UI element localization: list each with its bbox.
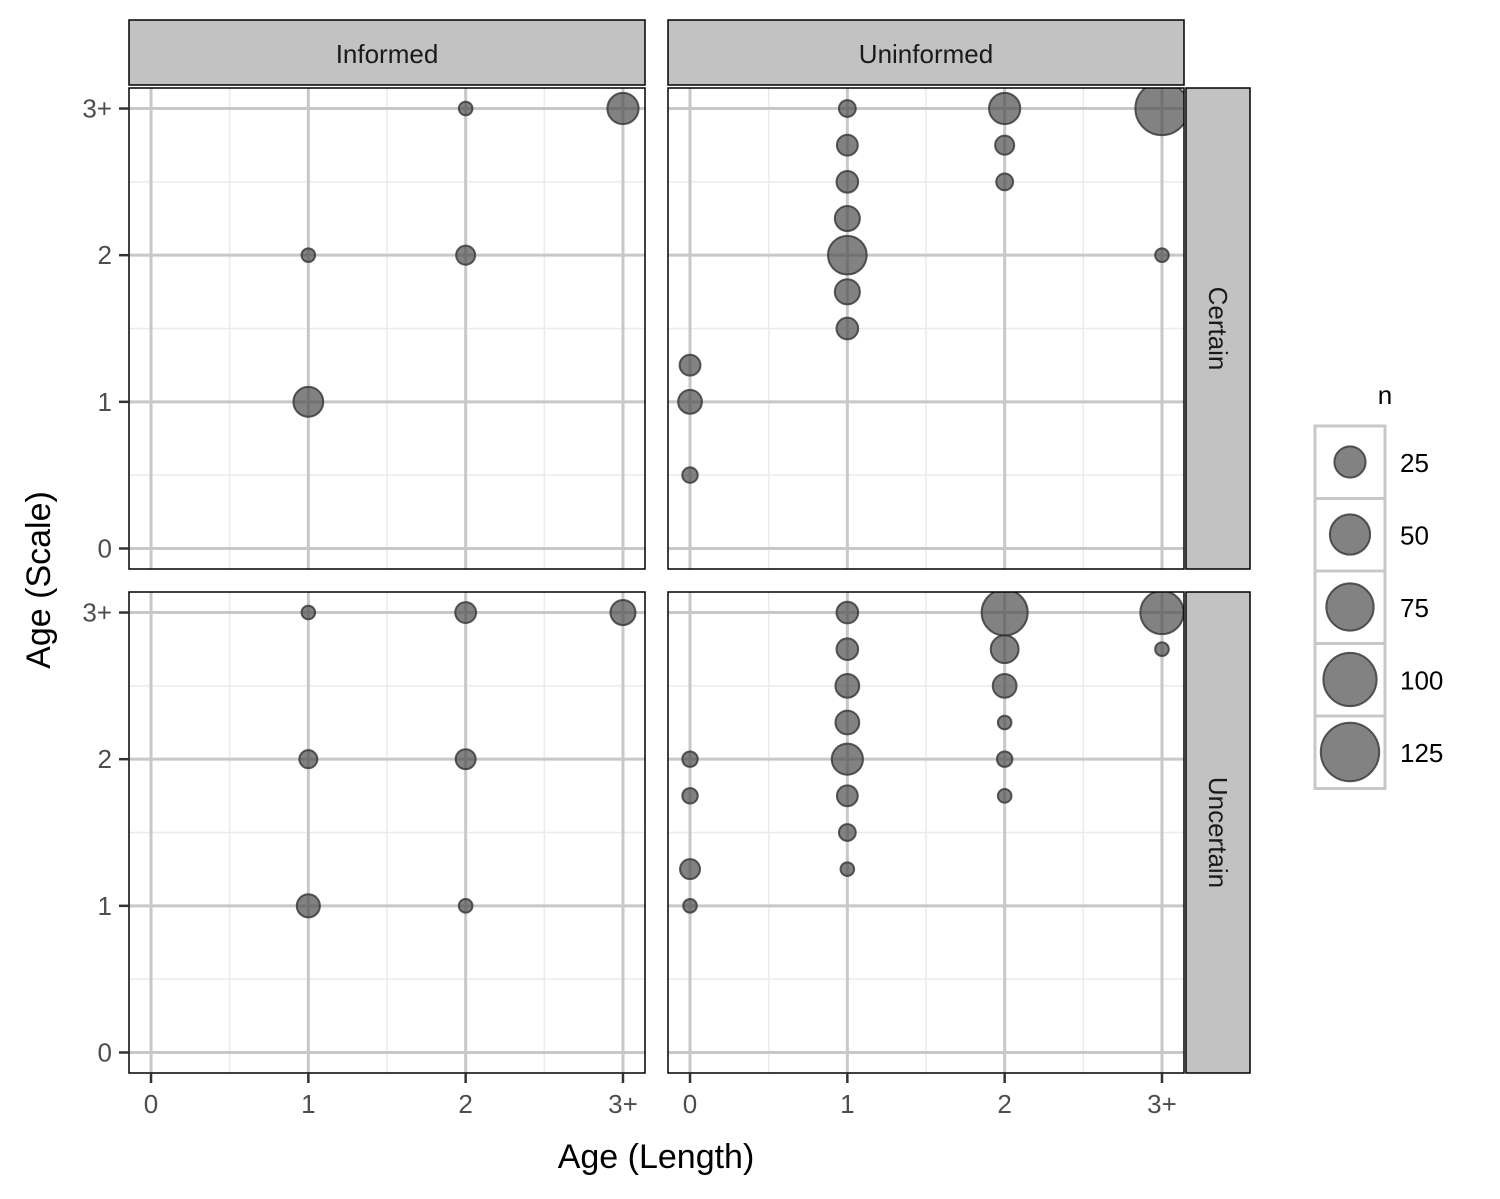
strip-label: Informed [336,39,439,69]
y-tick-label: 3+ [82,94,112,124]
data-point [988,91,1022,126]
x-tick-label: 3+ [608,1089,638,1119]
data-point [837,823,857,842]
data-point [835,133,859,157]
legend-label: 25 [1400,448,1429,478]
data-point [835,784,859,808]
data-point [835,316,860,341]
data-point [679,858,702,881]
legend-symbol [1322,651,1378,708]
strip-informed: Informed [128,19,646,86]
y-tick-label: 0 [98,533,112,563]
data-point [1134,88,1184,137]
data-point [457,898,474,914]
data-point [830,742,864,776]
legend-label: 125 [1400,738,1443,768]
data-point [839,861,856,877]
data-point [682,898,698,914]
data-point [298,749,319,770]
data-point [1154,641,1170,657]
legend-symbol [1319,721,1381,783]
x-tick-label: 0 [144,1089,158,1119]
data-point [834,709,861,736]
x-tick-label: 0 [683,1089,697,1119]
data-point [980,592,1029,637]
data-point [826,234,868,276]
legend-label: 75 [1400,593,1429,623]
strip-uncertain: Uncertain [1185,591,1251,1074]
data-point [295,893,321,919]
y-tick-label: 1 [98,387,112,417]
data-point [681,787,699,805]
data-point [995,172,1015,192]
data-point [292,385,325,418]
legend-entry: 125 [1313,714,1443,790]
legend-entry: 50 [1313,497,1429,573]
y-tick-label: 0 [98,1037,112,1067]
strip-label: Uncertain [1203,777,1233,888]
data-point [833,278,861,306]
strip-label: Certain [1203,287,1233,371]
data-point [300,247,317,263]
strip-uninformed: Uninformed [667,19,1185,86]
x-tick-label: 1 [840,1089,854,1119]
data-point [606,91,640,126]
panels-layer [128,87,1185,1074]
data-point [454,601,478,624]
x-axis-title: Age (Length) [558,1138,755,1176]
data-point [681,750,699,768]
data-point [300,604,317,621]
data-point [837,99,857,118]
legend-title: n [1378,380,1392,410]
data-point [454,748,477,771]
panel-informed-uncertain [128,591,646,1074]
strip-label: Uninformed [859,39,993,69]
panel-uninformed-certain [667,87,1185,570]
data-point [989,634,1020,665]
x-tick-label: 2 [458,1089,472,1119]
size-legend: n 25 50 75 100 125 [1313,380,1443,790]
panel-uninformed-uncertain [667,591,1185,1074]
y-tick-label: 1 [98,891,112,921]
y-axis-title: Age (Scale) [20,491,58,669]
data-point [1139,592,1184,636]
y-tick-label: 2 [98,240,112,270]
strip-certain: Certain [1185,87,1251,570]
data-point [996,788,1013,804]
legend-label: 50 [1400,521,1429,551]
legend-entry: 25 [1313,424,1429,500]
x-tick-label: 3+ [1147,1089,1177,1119]
panel-informed-certain [128,87,646,570]
legend-entry: 75 [1313,569,1429,645]
legend-symbol [1325,582,1375,632]
data-point [681,466,699,484]
data-point [833,204,861,233]
legend-symbol [1328,513,1372,556]
data-point [834,672,861,699]
data-point [996,714,1013,731]
data-point [457,100,474,117]
data-point [835,637,860,662]
legend-symbol [1333,445,1367,479]
data-point [835,600,860,625]
data-point [677,388,703,415]
legend-label: 100 [1400,666,1443,696]
faceted-bubble-chart: Informed Uninformed Certain Uncertain 0 1 2 3+… [20,19,1443,1176]
x-tick-label: 1 [301,1089,315,1119]
y-tick-label: 2 [98,744,112,774]
data-point [994,134,1016,156]
data-point [835,170,860,194]
data-point [991,672,1018,699]
data-point [1154,247,1170,263]
data-point [678,353,702,377]
data-point [995,750,1014,768]
data-point [609,598,637,627]
x-tick-label: 2 [997,1089,1011,1119]
y-tick-label: 3+ [82,598,112,628]
legend-entry: 100 [1313,642,1443,718]
data-point [455,244,477,266]
